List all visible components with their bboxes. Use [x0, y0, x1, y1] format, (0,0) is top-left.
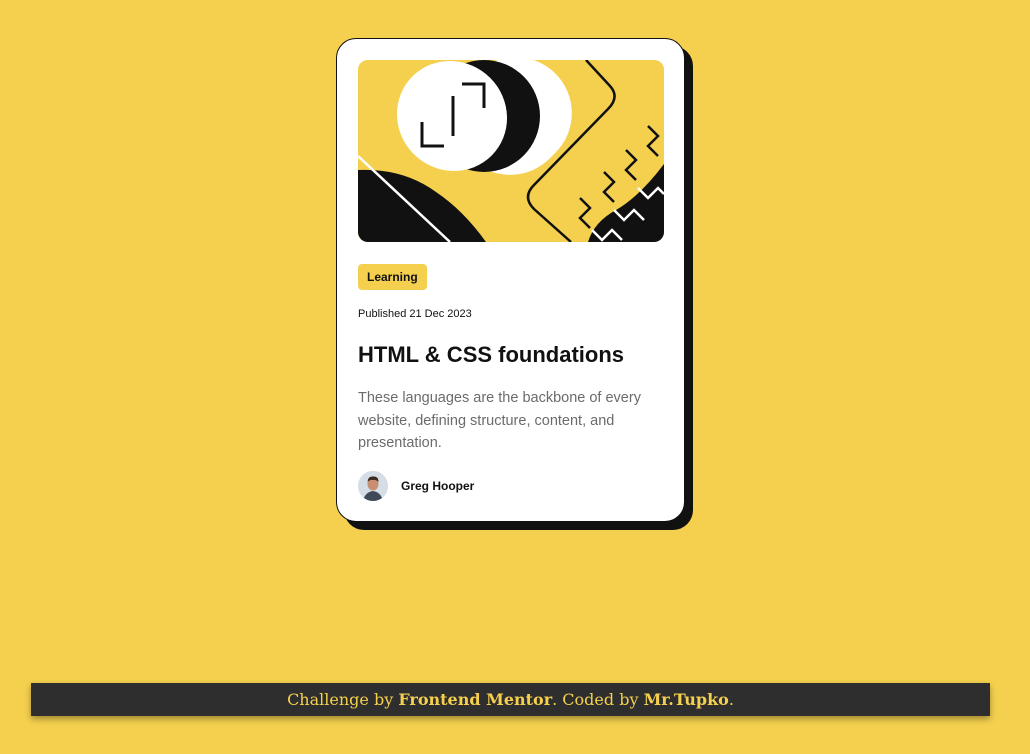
- category-tag: Learning: [358, 264, 427, 290]
- attribution-middle: . Coded by: [552, 690, 644, 709]
- author-info: Greg Hooper: [358, 471, 474, 501]
- publish-date: Published 21 Dec 2023: [358, 308, 472, 320]
- author-link[interactable]: Mr.Tupko: [644, 690, 729, 709]
- article-illustration: [358, 60, 664, 242]
- author-name: Greg Hooper: [401, 479, 475, 493]
- article-title[interactable]: HTML & CSS foundations: [358, 340, 668, 370]
- attribution-suffix: .: [728, 690, 734, 709]
- user-avatar-icon: [358, 471, 388, 501]
- blog-preview-card: Learning Published 21 Dec 2023 HTML & CS…: [336, 38, 685, 522]
- frontend-mentor-link[interactable]: Frontend Mentor: [398, 690, 552, 709]
- attribution-footer: Challenge by Frontend Mentor. Coded by M…: [31, 683, 990, 716]
- article-description: These languages are the backbone of ever…: [358, 390, 641, 451]
- attribution-prefix: Challenge by: [287, 690, 399, 709]
